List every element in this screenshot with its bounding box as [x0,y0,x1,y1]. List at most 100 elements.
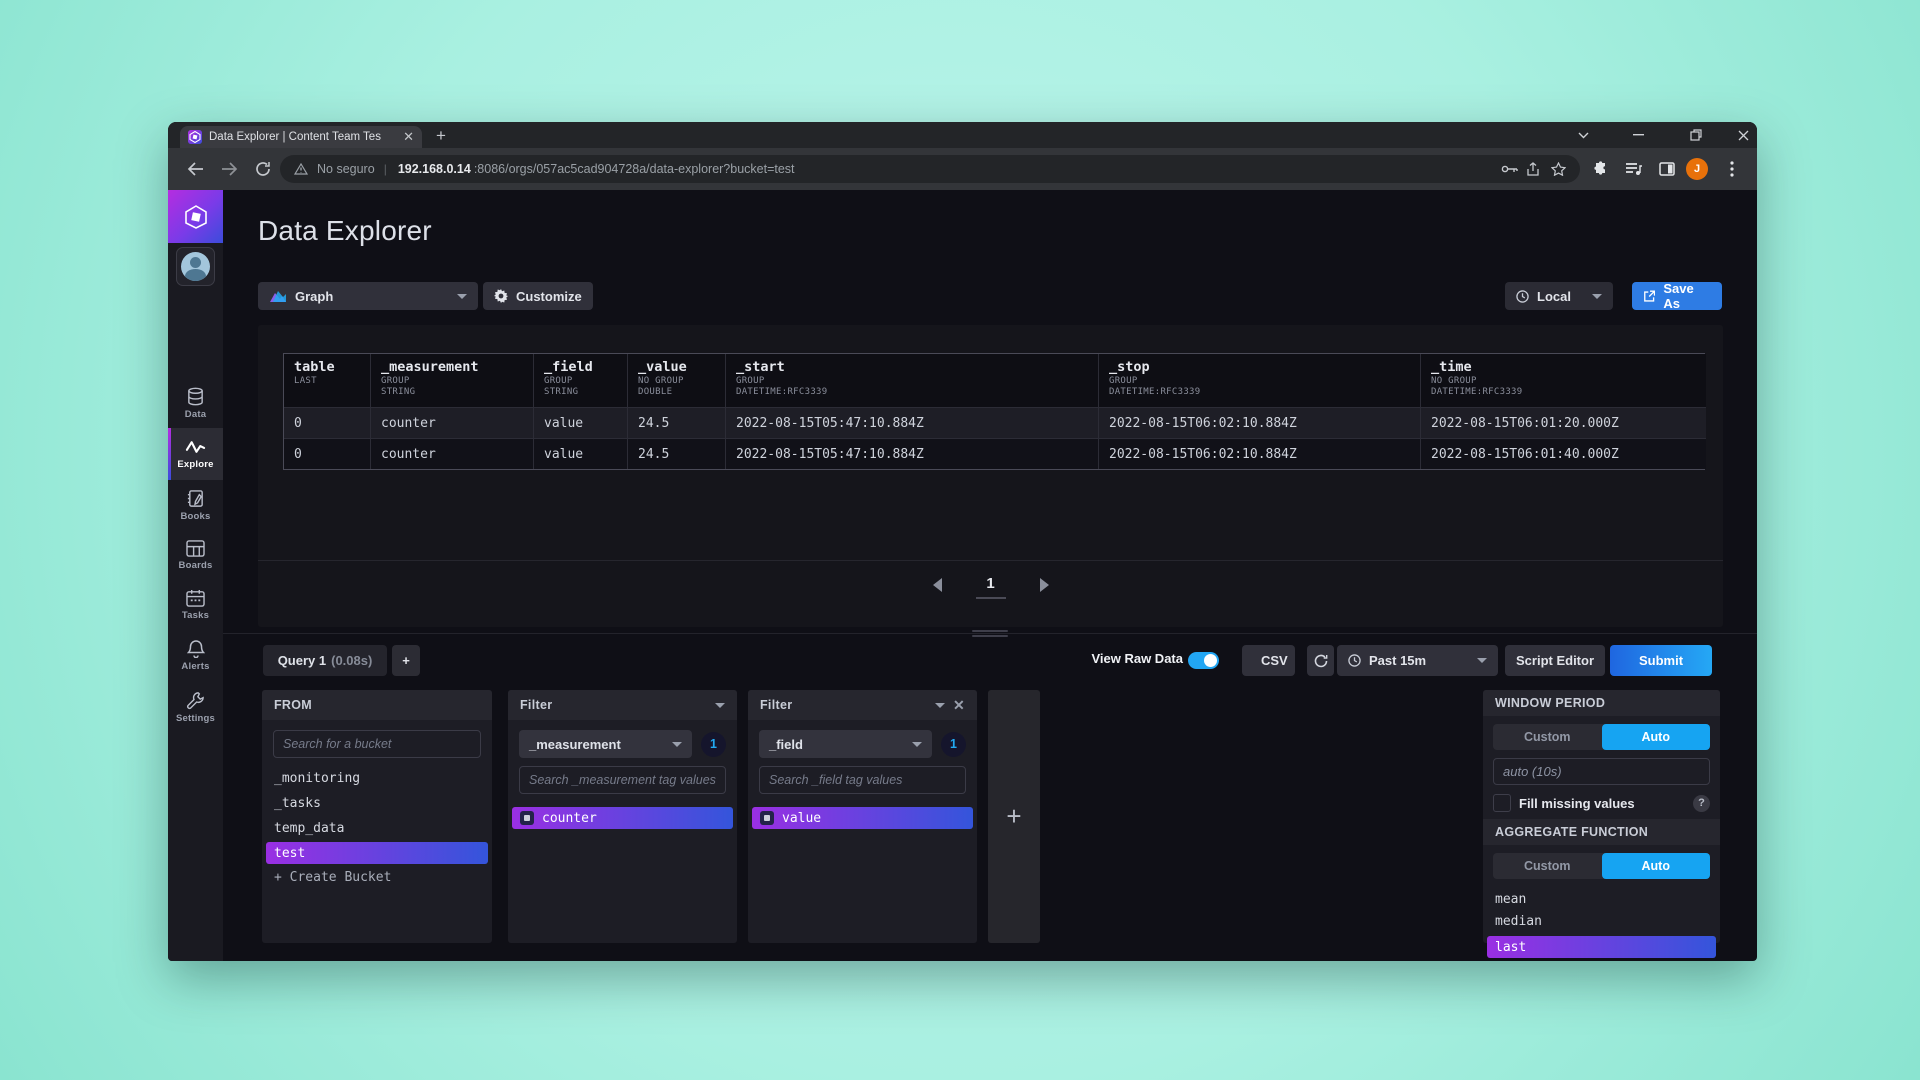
reload-button[interactable] [252,155,274,183]
help-icon[interactable]: ? [1693,795,1710,812]
bucket-item-selected[interactable]: test [266,842,488,864]
not-secure-warning-icon [294,163,308,175]
tag-value-selected[interactable]: value [752,807,973,829]
visualization-type-dropdown[interactable]: Graph [258,282,478,310]
filter-key-dropdown[interactable]: _measurement [519,730,692,758]
forward-button[interactable] [218,155,240,183]
chevron-down-icon[interactable] [715,703,725,708]
sidebar-item-alerts[interactable]: Alerts [168,630,223,680]
sidebar-item-books[interactable]: Books [168,480,223,530]
user-avatar[interactable] [176,247,215,286]
page-number[interactable]: 1 [976,573,1006,599]
aggregate-function-header: AGGREGATE FUNCTION [1483,819,1720,845]
checkbox-checked-icon[interactable] [520,811,534,825]
tag-value-selected[interactable]: counter [512,807,733,829]
window-period-custom-button[interactable]: Custom [1493,724,1602,750]
script-editor-button[interactable]: Script Editor [1505,645,1605,676]
window-restore-button[interactable] [1679,122,1713,148]
chevron-down-icon[interactable] [935,703,945,708]
previous-page-icon[interactable] [933,578,942,592]
sidebar-item-data[interactable]: Data [168,378,223,428]
page-title: Data Explorer [258,215,432,247]
view-raw-data-toggle[interactable] [1188,652,1219,669]
remove-filter-icon[interactable]: ✕ [953,697,965,714]
aggregate-function-item[interactable]: mean [1483,888,1720,910]
tab-close-icon[interactable]: ✕ [403,129,414,145]
csv-download-button[interactable]: CSV [1242,645,1295,676]
extension-media-list-icon[interactable] [1622,155,1644,183]
table-cell: 2022-08-15T06:02:10.884Z [1099,438,1421,469]
sidebar-item-tasks[interactable]: Tasks [168,580,223,630]
url-host: 192.168.0.14 [398,162,471,176]
share-icon[interactable] [1527,162,1542,176]
dashboard-grid-icon [186,540,205,557]
filter-key-label: _measurement [529,737,672,752]
refresh-button[interactable] [1307,645,1334,676]
export-icon [1643,290,1655,303]
aggregate-function-selected[interactable]: last [1487,936,1716,958]
bookmark-star-icon[interactable] [1551,162,1566,176]
column-header-value: _valueNO GROUPDOUBLE [628,354,726,407]
aggregate-function-item[interactable]: median [1483,910,1720,932]
back-button[interactable] [184,155,206,183]
measurement-search-input[interactable] [519,766,726,794]
save-as-button[interactable]: Save As [1632,282,1722,310]
new-tab-button[interactable]: + [430,125,452,147]
timezone-dropdown[interactable]: Local [1505,282,1613,310]
raw-data-table: tableLAST _measurementGROUPSTRING _field… [283,353,1705,470]
influxdb-logo[interactable] [168,190,223,243]
desktop-background: Data Explorer | Content Team Tes ✕ + No … [0,0,1920,1080]
filter-panel-header: Filter [508,690,737,720]
aggregate-mode-toggle: Custom Auto [1493,853,1710,879]
table-cell: counter [371,438,534,469]
filter-key-dropdown[interactable]: _field [759,730,932,758]
wrench-icon [186,691,205,710]
sidebar-item-explore[interactable]: Explore [168,428,223,480]
sidebar-item-settings[interactable]: Settings [168,680,223,734]
column-header-field: _fieldGROUPSTRING [534,354,628,407]
window-minimize-button[interactable] [1621,122,1655,148]
window-close-button[interactable] [1726,122,1757,148]
browser-menu-kebab-icon[interactable] [1721,155,1743,183]
add-filter-card-button[interactable]: + [988,690,1040,943]
window-period-auto-button[interactable]: Auto [1602,724,1711,750]
window-period-input[interactable] [1493,758,1710,785]
aggregate-custom-button[interactable]: Custom [1493,853,1602,879]
submit-button[interactable]: Submit [1610,645,1712,676]
graph-chart-icon [269,289,287,303]
table-cell: 0 [284,407,371,438]
bucket-item[interactable]: _monitoring [262,766,492,791]
extensions-puzzle-icon[interactable] [1590,155,1612,183]
csv-label: CSV [1261,653,1288,668]
tab-search-chevron-icon[interactable] [1566,122,1600,148]
column-header-start: _startGROUPDATETIME:RFC3339 [726,354,1099,407]
sidebar-item-boards[interactable]: Boards [168,530,223,580]
column-header-measurement: _measurementGROUPSTRING [371,354,534,407]
side-panel-icon[interactable] [1656,155,1678,183]
table-cell: 2022-08-15T05:47:10.884Z [726,438,1099,469]
address-bar[interactable]: No seguro | 192.168.0.14 :8086/orgs/057a… [280,155,1580,183]
time-range-dropdown[interactable]: Past 15m [1337,645,1498,676]
bucket-item[interactable]: _tasks [262,791,492,816]
bucket-search-input[interactable] [273,730,481,758]
create-bucket-button[interactable]: + Create Bucket [262,865,492,890]
checkbox-checked-icon[interactable] [760,811,774,825]
password-key-icon[interactable] [1501,164,1518,174]
browser-tab[interactable]: Data Explorer | Content Team Tes ✕ [180,126,422,148]
add-query-button[interactable]: + [392,645,420,676]
url-separator: | [384,162,387,176]
fill-missing-values-checkbox[interactable] [1493,794,1511,812]
browser-profile-avatar[interactable]: J [1686,158,1708,180]
bucket-item[interactable]: temp_data [262,816,492,841]
aggregate-auto-button[interactable]: Auto [1602,853,1711,879]
column-header-time: _timeNO GROUPDATETIME:RFC3339 [1421,354,1706,407]
customize-button[interactable]: Customize [483,282,593,310]
field-search-input[interactable] [759,766,966,794]
filter-header-label: Filter [760,698,927,712]
query-tab[interactable]: Query 1 (0.08s) [263,645,387,676]
next-page-icon[interactable] [1040,578,1049,592]
timezone-label: Local [1537,289,1584,304]
resize-drag-handle[interactable] [972,630,1008,640]
query-tab-label: Query 1 [278,653,326,668]
table-cell: 24.5 [628,438,726,469]
